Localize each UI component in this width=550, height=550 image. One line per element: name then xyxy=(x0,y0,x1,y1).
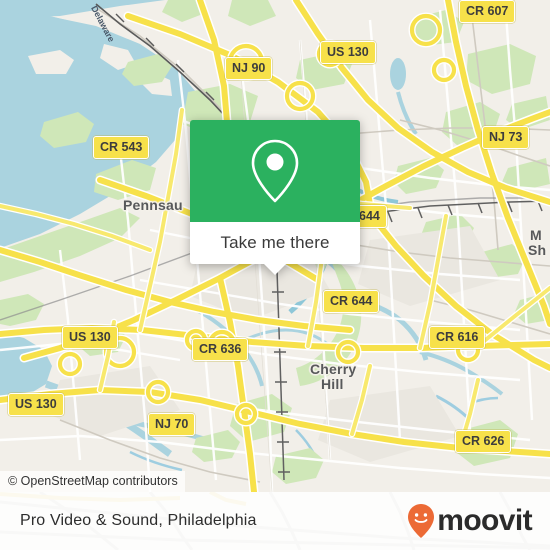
popup-action-bar[interactable]: Take me there xyxy=(190,222,360,275)
road-shield-us-130-north[interactable]: US 130 xyxy=(320,41,376,64)
popup-pin-panel xyxy=(190,120,360,222)
map-attribution[interactable]: © OpenStreetMap contributors xyxy=(0,471,185,492)
road-shield-us-130-mid[interactable]: US 130 xyxy=(62,326,118,349)
map-canvas[interactable]: Pennsau Cherry Hill M Sh Delaware CR 607… xyxy=(0,0,550,492)
location-pin-icon xyxy=(251,139,299,203)
footer-content: Pro Video & Sound, Philadelphia moovit xyxy=(0,492,550,550)
road-shield-nj-73[interactable]: NJ 73 xyxy=(482,126,530,149)
footer-bar: Pro Video & Sound, Philadelphia moovit xyxy=(0,492,550,550)
road-shield-cr-616[interactable]: CR 616 xyxy=(429,326,486,349)
road-shield-cr-543[interactable]: CR 543 xyxy=(93,136,150,159)
road-shield-cr-607[interactable]: CR 607 xyxy=(459,0,516,23)
take-me-there-label: Take me there xyxy=(220,233,330,252)
road-shield-nj-90[interactable]: NJ 90 xyxy=(225,57,273,80)
moovit-smiley-pin-icon xyxy=(408,504,435,538)
road-shield-cr-644[interactable]: CR 644 xyxy=(323,290,380,313)
moovit-wordmark: moovit xyxy=(437,504,532,537)
moovit-map-screenshot: Pennsau Cherry Hill M Sh Delaware CR 607… xyxy=(0,0,550,550)
road-shield-us-130-south[interactable]: US 130 xyxy=(8,393,64,416)
road-shield-nj-70[interactable]: NJ 70 xyxy=(148,413,196,436)
venue-title: Pro Video & Sound, Philadelphia xyxy=(20,512,257,529)
popup-pointer-tail xyxy=(264,264,286,275)
moovit-brand-logo[interactable]: moovit xyxy=(406,503,533,539)
road-shield-cr-636[interactable]: CR 636 xyxy=(192,338,249,361)
destination-popup[interactable]: Take me there xyxy=(190,120,360,275)
road-shield-cr-626[interactable]: CR 626 xyxy=(455,430,512,453)
